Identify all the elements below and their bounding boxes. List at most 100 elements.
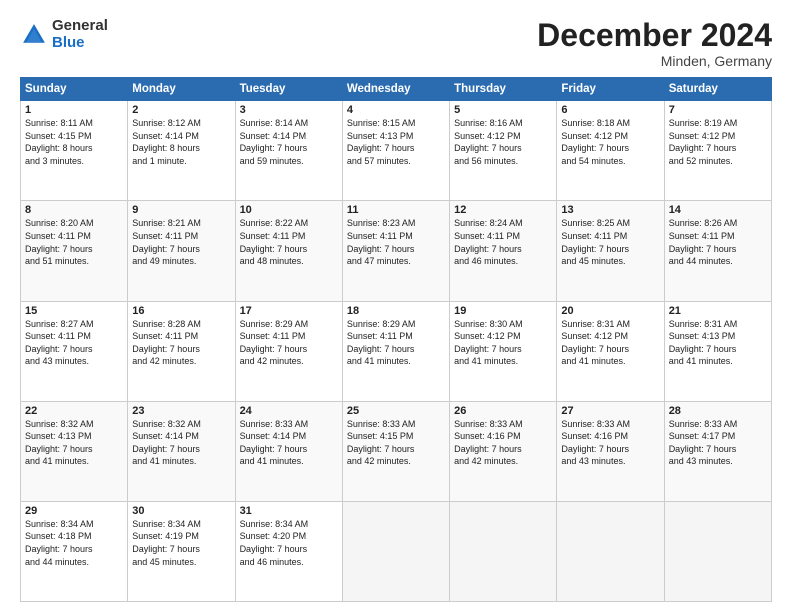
day-info: Sunrise: 8:33 AM Sunset: 4:17 PM Dayligh… bbox=[669, 418, 767, 468]
month-title: December 2024 bbox=[537, 18, 772, 53]
page: General Blue December 2024 Minden, Germa… bbox=[0, 0, 792, 612]
calendar-cell: 31Sunrise: 8:34 AM Sunset: 4:20 PM Dayli… bbox=[235, 501, 342, 601]
day-number: 4 bbox=[347, 104, 445, 116]
day-info: Sunrise: 8:16 AM Sunset: 4:12 PM Dayligh… bbox=[454, 117, 552, 167]
calendar-week-1: 1Sunrise: 8:11 AM Sunset: 4:15 PM Daylig… bbox=[21, 101, 772, 201]
calendar-cell: 14Sunrise: 8:26 AM Sunset: 4:11 PM Dayli… bbox=[664, 201, 771, 301]
calendar-cell: 7Sunrise: 8:19 AM Sunset: 4:12 PM Daylig… bbox=[664, 101, 771, 201]
day-number: 16 bbox=[132, 305, 230, 317]
day-number: 10 bbox=[240, 204, 338, 216]
day-info: Sunrise: 8:31 AM Sunset: 4:12 PM Dayligh… bbox=[561, 318, 659, 368]
day-number: 28 bbox=[669, 405, 767, 417]
logo: General Blue bbox=[20, 18, 108, 51]
day-number: 5 bbox=[454, 104, 552, 116]
day-info: Sunrise: 8:26 AM Sunset: 4:11 PM Dayligh… bbox=[669, 217, 767, 267]
day-number: 29 bbox=[25, 505, 123, 517]
day-info: Sunrise: 8:24 AM Sunset: 4:11 PM Dayligh… bbox=[454, 217, 552, 267]
calendar-cell: 20Sunrise: 8:31 AM Sunset: 4:12 PM Dayli… bbox=[557, 301, 664, 401]
day-number: 8 bbox=[25, 204, 123, 216]
calendar-cell: 1Sunrise: 8:11 AM Sunset: 4:15 PM Daylig… bbox=[21, 101, 128, 201]
calendar-week-5: 29Sunrise: 8:34 AM Sunset: 4:18 PM Dayli… bbox=[21, 501, 772, 601]
day-info: Sunrise: 8:30 AM Sunset: 4:12 PM Dayligh… bbox=[454, 318, 552, 368]
calendar-cell: 26Sunrise: 8:33 AM Sunset: 4:16 PM Dayli… bbox=[450, 401, 557, 501]
calendar-cell: 8Sunrise: 8:20 AM Sunset: 4:11 PM Daylig… bbox=[21, 201, 128, 301]
day-info: Sunrise: 8:29 AM Sunset: 4:11 PM Dayligh… bbox=[347, 318, 445, 368]
logo-icon bbox=[20, 21, 48, 49]
calendar-cell: 3Sunrise: 8:14 AM Sunset: 4:14 PM Daylig… bbox=[235, 101, 342, 201]
calendar-header-monday: Monday bbox=[128, 78, 235, 101]
calendar-cell: 16Sunrise: 8:28 AM Sunset: 4:11 PM Dayli… bbox=[128, 301, 235, 401]
calendar-cell bbox=[557, 501, 664, 601]
day-info: Sunrise: 8:21 AM Sunset: 4:11 PM Dayligh… bbox=[132, 217, 230, 267]
day-info: Sunrise: 8:20 AM Sunset: 4:11 PM Dayligh… bbox=[25, 217, 123, 267]
day-info: Sunrise: 8:11 AM Sunset: 4:15 PM Dayligh… bbox=[25, 117, 123, 167]
day-number: 14 bbox=[669, 204, 767, 216]
calendar-cell: 10Sunrise: 8:22 AM Sunset: 4:11 PM Dayli… bbox=[235, 201, 342, 301]
calendar-cell: 18Sunrise: 8:29 AM Sunset: 4:11 PM Dayli… bbox=[342, 301, 449, 401]
day-number: 27 bbox=[561, 405, 659, 417]
day-info: Sunrise: 8:33 AM Sunset: 4:15 PM Dayligh… bbox=[347, 418, 445, 468]
day-number: 30 bbox=[132, 505, 230, 517]
calendar-cell: 25Sunrise: 8:33 AM Sunset: 4:15 PM Dayli… bbox=[342, 401, 449, 501]
calendar-cell: 24Sunrise: 8:33 AM Sunset: 4:14 PM Dayli… bbox=[235, 401, 342, 501]
calendar-cell: 27Sunrise: 8:33 AM Sunset: 4:16 PM Dayli… bbox=[557, 401, 664, 501]
day-number: 31 bbox=[240, 505, 338, 517]
calendar-cell: 15Sunrise: 8:27 AM Sunset: 4:11 PM Dayli… bbox=[21, 301, 128, 401]
day-number: 23 bbox=[132, 405, 230, 417]
day-number: 6 bbox=[561, 104, 659, 116]
day-info: Sunrise: 8:31 AM Sunset: 4:13 PM Dayligh… bbox=[669, 318, 767, 368]
day-number: 9 bbox=[132, 204, 230, 216]
calendar-cell: 19Sunrise: 8:30 AM Sunset: 4:12 PM Dayli… bbox=[450, 301, 557, 401]
location-title: Minden, Germany bbox=[537, 53, 772, 69]
day-number: 18 bbox=[347, 305, 445, 317]
day-info: Sunrise: 8:15 AM Sunset: 4:13 PM Dayligh… bbox=[347, 117, 445, 167]
calendar-cell: 23Sunrise: 8:32 AM Sunset: 4:14 PM Dayli… bbox=[128, 401, 235, 501]
calendar-cell: 13Sunrise: 8:25 AM Sunset: 4:11 PM Dayli… bbox=[557, 201, 664, 301]
day-number: 13 bbox=[561, 204, 659, 216]
calendar: SundayMondayTuesdayWednesdayThursdayFrid… bbox=[20, 77, 772, 602]
day-number: 12 bbox=[454, 204, 552, 216]
day-info: Sunrise: 8:34 AM Sunset: 4:19 PM Dayligh… bbox=[132, 518, 230, 568]
day-number: 25 bbox=[347, 405, 445, 417]
day-info: Sunrise: 8:29 AM Sunset: 4:11 PM Dayligh… bbox=[240, 318, 338, 368]
day-info: Sunrise: 8:32 AM Sunset: 4:14 PM Dayligh… bbox=[132, 418, 230, 468]
calendar-cell bbox=[664, 501, 771, 601]
day-number: 19 bbox=[454, 305, 552, 317]
calendar-cell: 17Sunrise: 8:29 AM Sunset: 4:11 PM Dayli… bbox=[235, 301, 342, 401]
day-number: 1 bbox=[25, 104, 123, 116]
day-number: 15 bbox=[25, 305, 123, 317]
calendar-week-2: 8Sunrise: 8:20 AM Sunset: 4:11 PM Daylig… bbox=[21, 201, 772, 301]
calendar-cell: 9Sunrise: 8:21 AM Sunset: 4:11 PM Daylig… bbox=[128, 201, 235, 301]
calendar-header-friday: Friday bbox=[557, 78, 664, 101]
calendar-cell: 29Sunrise: 8:34 AM Sunset: 4:18 PM Dayli… bbox=[21, 501, 128, 601]
day-info: Sunrise: 8:25 AM Sunset: 4:11 PM Dayligh… bbox=[561, 217, 659, 267]
calendar-cell: 30Sunrise: 8:34 AM Sunset: 4:19 PM Dayli… bbox=[128, 501, 235, 601]
calendar-cell: 12Sunrise: 8:24 AM Sunset: 4:11 PM Dayli… bbox=[450, 201, 557, 301]
day-number: 17 bbox=[240, 305, 338, 317]
calendar-cell bbox=[450, 501, 557, 601]
logo-general: General bbox=[52, 18, 108, 35]
calendar-cell: 11Sunrise: 8:23 AM Sunset: 4:11 PM Dayli… bbox=[342, 201, 449, 301]
calendar-cell bbox=[342, 501, 449, 601]
day-info: Sunrise: 8:34 AM Sunset: 4:18 PM Dayligh… bbox=[25, 518, 123, 568]
calendar-week-3: 15Sunrise: 8:27 AM Sunset: 4:11 PM Dayli… bbox=[21, 301, 772, 401]
day-number: 21 bbox=[669, 305, 767, 317]
day-info: Sunrise: 8:12 AM Sunset: 4:14 PM Dayligh… bbox=[132, 117, 230, 167]
calendar-header-sunday: Sunday bbox=[21, 78, 128, 101]
day-info: Sunrise: 8:19 AM Sunset: 4:12 PM Dayligh… bbox=[669, 117, 767, 167]
day-number: 24 bbox=[240, 405, 338, 417]
day-number: 2 bbox=[132, 104, 230, 116]
day-info: Sunrise: 8:14 AM Sunset: 4:14 PM Dayligh… bbox=[240, 117, 338, 167]
calendar-header-row: SundayMondayTuesdayWednesdayThursdayFrid… bbox=[21, 78, 772, 101]
day-info: Sunrise: 8:28 AM Sunset: 4:11 PM Dayligh… bbox=[132, 318, 230, 368]
calendar-cell: 21Sunrise: 8:31 AM Sunset: 4:13 PM Dayli… bbox=[664, 301, 771, 401]
day-number: 3 bbox=[240, 104, 338, 116]
day-info: Sunrise: 8:34 AM Sunset: 4:20 PM Dayligh… bbox=[240, 518, 338, 568]
logo-blue: Blue bbox=[52, 35, 108, 52]
day-number: 26 bbox=[454, 405, 552, 417]
title-section: December 2024 Minden, Germany bbox=[537, 18, 772, 69]
day-info: Sunrise: 8:33 AM Sunset: 4:16 PM Dayligh… bbox=[561, 418, 659, 468]
day-info: Sunrise: 8:33 AM Sunset: 4:16 PM Dayligh… bbox=[454, 418, 552, 468]
day-number: 11 bbox=[347, 204, 445, 216]
day-number: 20 bbox=[561, 305, 659, 317]
